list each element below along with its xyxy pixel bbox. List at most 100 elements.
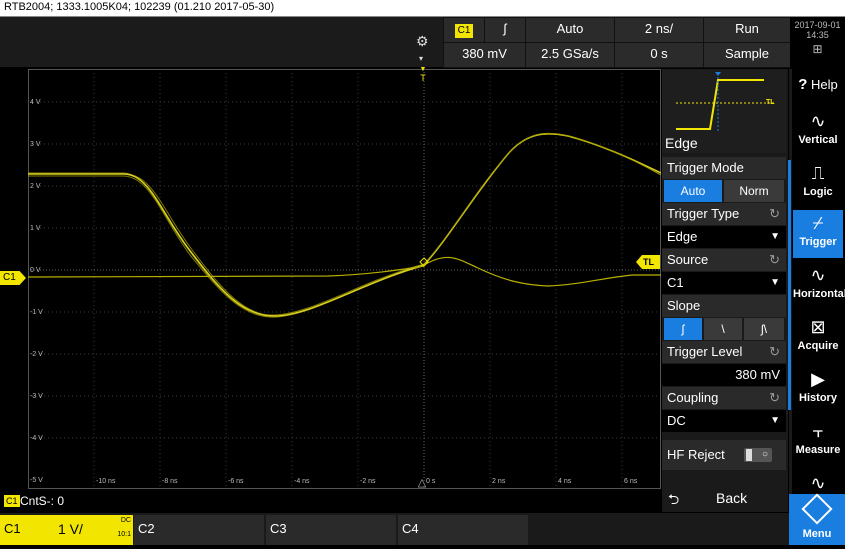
edge-preview: TL Edge bbox=[662, 69, 786, 153]
channel-2-tab[interactable]: C2 bbox=[134, 515, 264, 545]
slope-label: Slope bbox=[667, 298, 701, 313]
sample-rate-indicator[interactable]: 2.5 GSa/s bbox=[525, 42, 615, 68]
channel-3-label: C3 bbox=[270, 521, 287, 536]
settings-gear-icon[interactable]: ⚙ bbox=[416, 34, 430, 48]
slope-header: Slope bbox=[662, 295, 786, 317]
slope-falling-button[interactable]: \ bbox=[704, 318, 742, 340]
waveform-graticule bbox=[28, 69, 661, 489]
menu-label: Menu bbox=[802, 528, 832, 540]
x-tick-label: -4 ns bbox=[294, 478, 310, 485]
help-button[interactable]: ? Help bbox=[793, 76, 843, 100]
back-button[interactable]: ⮌ Back bbox=[662, 484, 788, 512]
source-value: C1 bbox=[667, 275, 684, 290]
reset-icon[interactable]: ↻ bbox=[769, 387, 780, 409]
x-tick-label: 2 ns bbox=[492, 478, 506, 485]
reset-icon[interactable]: ↻ bbox=[769, 341, 780, 363]
coupling-value: DC bbox=[667, 413, 686, 428]
window-title-bar: RTB2004; 1333.1005K04; 102239 (01.210 20… bbox=[0, 0, 845, 17]
status-channel-badge: C1 bbox=[4, 495, 20, 507]
reset-icon[interactable]: ↻ bbox=[769, 203, 780, 225]
trigger-label: Trigger bbox=[799, 236, 837, 248]
y-tick-label: -2 V bbox=[30, 351, 43, 358]
trigger-marker-label: T bbox=[420, 73, 426, 83]
trigger-mode-norm-button[interactable]: Norm bbox=[724, 180, 784, 202]
waveform-display[interactable]: 4 V 3 V 2 V 1 V 0 V -1 V -2 V -3 V -4 V … bbox=[28, 69, 661, 489]
logic-icon: ⎍ bbox=[811, 163, 825, 183]
acquire-icon: ⊠ bbox=[810, 317, 826, 337]
acquire-label: Acquire bbox=[797, 340, 839, 352]
menu-down-icon[interactable]: ▾ bbox=[419, 55, 427, 63]
slope-rising-button[interactable]: ʃ bbox=[664, 318, 702, 340]
coupling-header: Coupling ↻ bbox=[662, 387, 786, 409]
y-tick-label: 2 V bbox=[30, 183, 41, 190]
trigger-mode-header: Trigger Mode bbox=[662, 157, 786, 179]
trigger-button[interactable]: ⌿ Trigger bbox=[793, 210, 843, 258]
horizontal-button[interactable]: ∿ Horizontal bbox=[793, 262, 845, 300]
count-status: CntS-: 0 bbox=[20, 494, 65, 508]
back-label: Back bbox=[716, 490, 748, 506]
hf-reject-toggle[interactable]: ○ bbox=[744, 448, 772, 462]
trigger-mode-indicator[interactable]: Auto bbox=[525, 17, 615, 43]
measure-button[interactable]: ⫟ Measure bbox=[793, 418, 843, 456]
channel-offset-marker[interactable]: C1 bbox=[0, 271, 26, 285]
time-offset-indicator[interactable]: 0 s bbox=[614, 42, 704, 68]
channel-1-scale: 1 V/ bbox=[58, 521, 83, 537]
channel-1-tab[interactable]: C1 1 V/ DC 10:1 bbox=[0, 515, 133, 545]
measure-icon: ⫟ bbox=[812, 421, 824, 441]
reset-icon[interactable]: ↻ bbox=[769, 249, 780, 271]
measure-label: Measure bbox=[795, 444, 841, 456]
window-title: RTB2004; 1333.1005K04; 102239 (01.210 20… bbox=[4, 1, 275, 13]
channel-4-label: C4 bbox=[402, 521, 419, 536]
y-tick-label: 3 V bbox=[30, 141, 41, 148]
date-label: 2017-09-01 bbox=[794, 20, 841, 30]
channel-4-tab[interactable]: C4 bbox=[398, 515, 528, 545]
sine-wave-icon: ∿ bbox=[810, 111, 826, 131]
run-state-button[interactable]: Run bbox=[703, 17, 791, 43]
hf-reject-row: HF Reject ○ bbox=[662, 440, 786, 470]
toolbar-scrollbar[interactable] bbox=[788, 160, 791, 410]
wave-icon: ∿ bbox=[810, 473, 826, 493]
trigger-position-marker[interactable]: ▼ T bbox=[418, 66, 428, 83]
history-label: History bbox=[799, 392, 837, 404]
y-tick-label: -3 V bbox=[30, 393, 43, 400]
y-tick-label: -5 V bbox=[30, 477, 43, 484]
acquire-button[interactable]: ⊠ Acquire bbox=[793, 314, 843, 352]
trigger-type-select[interactable]: Edge ▼ bbox=[662, 226, 786, 248]
top-left-area bbox=[0, 17, 443, 67]
y-tick-label: -1 V bbox=[30, 309, 43, 316]
trigger-level-input[interactable]: 380 mV bbox=[662, 364, 786, 386]
logic-label: Logic bbox=[803, 186, 833, 198]
trigger-type-value: Edge bbox=[667, 229, 698, 244]
channel-3-tab[interactable]: C3 bbox=[266, 515, 396, 545]
y-tick-label: 1 V bbox=[30, 225, 41, 232]
y-tick-label: -4 V bbox=[30, 435, 43, 442]
vertical-label: Vertical bbox=[798, 134, 838, 146]
coupling-label: Coupling bbox=[667, 390, 719, 405]
header-channel-cell[interactable]: C1 bbox=[443, 17, 485, 43]
channel-2-label: C2 bbox=[138, 521, 155, 536]
help-label: Help bbox=[811, 77, 838, 92]
trigger-level-indicator[interactable]: 380 mV bbox=[443, 42, 526, 68]
history-button[interactable]: ▶ History bbox=[793, 366, 843, 404]
source-select[interactable]: C1 ▼ bbox=[662, 272, 786, 294]
x-tick-label: -10 ns bbox=[96, 478, 116, 485]
menu-button[interactable]: Menu bbox=[789, 493, 845, 545]
time-scale-indicator[interactable]: 2 ns/ bbox=[614, 17, 704, 43]
x-tick-label: 6 ns bbox=[624, 478, 638, 485]
preview-tl-label: TL bbox=[766, 99, 775, 106]
help-icon: ? bbox=[798, 76, 808, 93]
coupling-select[interactable]: DC ▼ bbox=[662, 410, 786, 432]
acquisition-mode-indicator[interactable]: Sample bbox=[703, 42, 791, 68]
vertical-button[interactable]: ∿ Vertical bbox=[793, 108, 843, 146]
wave-icon-button[interactable]: ∿ bbox=[793, 470, 843, 493]
x-tick-label: -6 ns bbox=[228, 478, 244, 485]
trigger-mode-label: Trigger Mode bbox=[667, 160, 744, 175]
logic-button[interactable]: ⎍ Logic bbox=[793, 160, 843, 198]
trigger-mode-auto-button[interactable]: Auto bbox=[664, 180, 722, 202]
y-tick-label: 4 V bbox=[30, 99, 41, 106]
slope-either-button[interactable]: ʃ\ bbox=[744, 318, 784, 340]
slope-indicator[interactable]: ʃ bbox=[484, 17, 526, 43]
trigger-type-label: Trigger Type bbox=[667, 206, 740, 221]
status-row: C1 CntS-: 0 bbox=[0, 490, 661, 512]
chevron-down-icon: ▼ bbox=[770, 277, 780, 288]
